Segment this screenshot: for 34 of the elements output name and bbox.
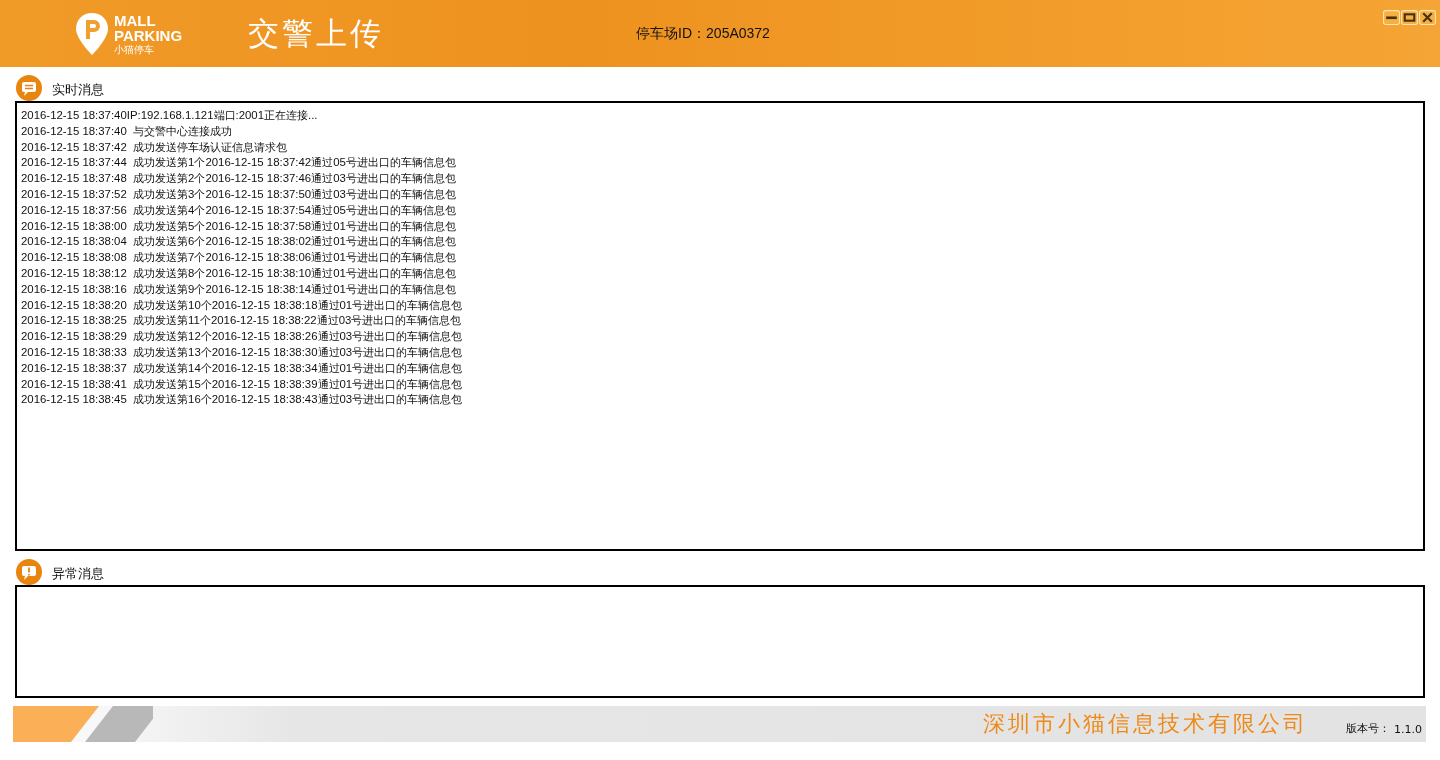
log-line: 2016-12-15 18:37:40 与交警中心连接成功 [21, 123, 234, 139]
log-line: 2016-12-15 18:38:12 成功发送第8个2016-12-15 18:38:10通过01号进出口的车辆信息包 [21, 265, 457, 281]
log-line: 2016-12-15 18:37:56 成功发送第4个2016-12-15 18:37:54通过05号进出口的车辆信息包 [21, 202, 457, 218]
parking-id: 停车场ID：205A0372 [636, 24, 770, 43]
log-line: 2016-12-15 18:38:20 成功发送第10个2016-12-15 18:38:18通过01号进出口的车辆信息包 [21, 297, 464, 313]
log-line: 2016-12-15 18:37:44 成功发送第1个2016-12-15 18:37:42通过05号进出口的车辆信息包 [21, 155, 457, 171]
log-line: 2016-12-15 18:38:37 成功发送第14个2016-12-15 18:38:34通过01号进出口的车辆信息包 [21, 360, 464, 376]
version-label: 版本号： [1346, 721, 1390, 736]
parking-pin-icon [74, 10, 110, 57]
log-line: 2016-12-15 18:38:00 成功发送第5个2016-12-15 18:37:58通过01号进出口的车辆信息包 [21, 218, 457, 234]
company-name: 深圳市小猫信息技术有限公司 [983, 710, 1308, 738]
log-line: 2016-12-15 18:37:52 成功发送第3个2016-12-15 18:37:50通过03号进出口的车辆信息包 [21, 187, 457, 202]
logo-subtitle: 小猫停车 [114, 44, 155, 55]
log-line: 2016-12-15 18:37:48 成功发送第2个2016-12-15 18:37:46通过03号进出口的车辆信息包 [21, 171, 457, 187]
log-line: 2016-12-15 18:38:16 成功发送第9个2016-12-15 18:38:14通过01号进出口的车辆信息包 [21, 281, 457, 297]
maximize-button[interactable] [1401, 10, 1418, 25]
log-line: 2016-12-15 18:38:41 成功发送第15个2016-12-15 18:38:39通过01号进出口的车辆信息包 [21, 376, 464, 392]
log-line: 2016-12-15 18:37:40IP:192.168.1.121端口:2001正在连接... [21, 108, 319, 123]
version-number: 1.1.0 [1394, 723, 1422, 736]
log-line: 2016-12-15 18:38:04 成功发送第6个2016-12-15 18:38:02通过01号进出口的车辆信息包 [21, 234, 457, 250]
logo-text: PARKING [114, 27, 183, 43]
app-title: 交警上传 [248, 13, 385, 53]
log-line: 2016-12-15 18:38:29 成功发送第12个2016-12-15 18:38:26通过03号进出口的车辆信息包 [21, 329, 464, 345]
logo-text: MALL [114, 12, 157, 28]
log-line: 2016-12-15 18:38:45 成功发送第16个2016-12-15 18:38:43通过03号进出口的车辆信息包 [21, 392, 464, 408]
section-label: 异常消息 [52, 565, 104, 583]
log-line: 2016-12-15 18:37:42 成功发送停车场认证信息请求包 [21, 139, 289, 155]
section-label: 实时消息 [52, 81, 104, 99]
close-button[interactable] [1419, 10, 1436, 25]
log-line: 2016-12-15 18:38:33 成功发送第13个2016-12-15 18:38:30通过03号进出口的车辆信息包 [21, 344, 464, 360]
alert-message-icon [16, 559, 42, 585]
minimize-button[interactable] [1383, 10, 1400, 25]
log-line: 2016-12-15 18:38:25 成功发送第11个2016-12-15 18:38:22通过03号进出口的车辆信息包 [21, 313, 463, 329]
log-line: 2016-12-15 18:38:08 成功发送第7个2016-12-15 18:38:06通过01号进出口的车辆信息包 [21, 250, 457, 266]
